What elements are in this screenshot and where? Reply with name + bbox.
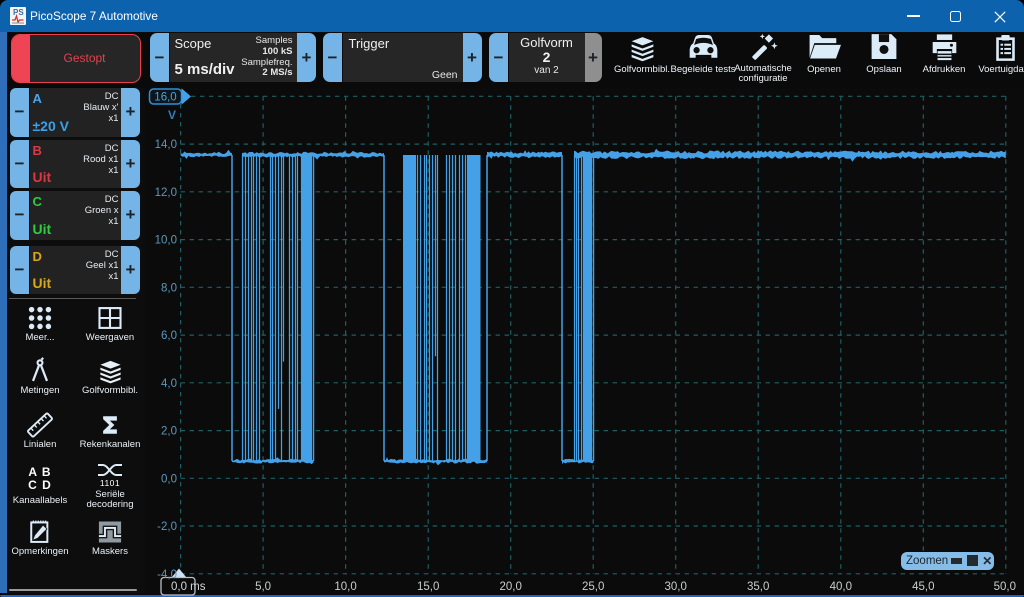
svg-text:35,0: 35,0 <box>747 581 769 593</box>
svg-text:5,0: 5,0 <box>255 581 271 593</box>
svg-text:15,0: 15,0 <box>417 581 439 593</box>
svg-text:30,0: 30,0 <box>665 581 687 593</box>
svg-text:12,0: 12,0 <box>155 187 177 199</box>
svg-text:V: V <box>168 108 176 122</box>
svg-text:0,0 ms: 0,0 ms <box>171 581 206 593</box>
svg-text:6,0: 6,0 <box>161 330 177 342</box>
svg-text:10,0: 10,0 <box>334 581 356 593</box>
svg-text:50,0: 50,0 <box>994 581 1016 593</box>
svg-text:40,0: 40,0 <box>830 581 852 593</box>
svg-text:14,0: 14,0 <box>155 139 177 151</box>
svg-text:25,0: 25,0 <box>582 581 604 593</box>
svg-text:8,0: 8,0 <box>161 282 177 294</box>
svg-text:-2,0: -2,0 <box>157 521 177 533</box>
svg-text:-4,0: -4,0 <box>157 569 177 581</box>
svg-text:10,0: 10,0 <box>155 235 177 247</box>
svg-text:0,0: 0,0 <box>161 473 177 485</box>
svg-text:16,0: 16,0 <box>154 92 176 104</box>
svg-text:45,0: 45,0 <box>912 581 934 593</box>
svg-text:2,0: 2,0 <box>161 426 177 438</box>
svg-text:20,0: 20,0 <box>500 581 522 593</box>
svg-text:4,0: 4,0 <box>161 378 177 390</box>
